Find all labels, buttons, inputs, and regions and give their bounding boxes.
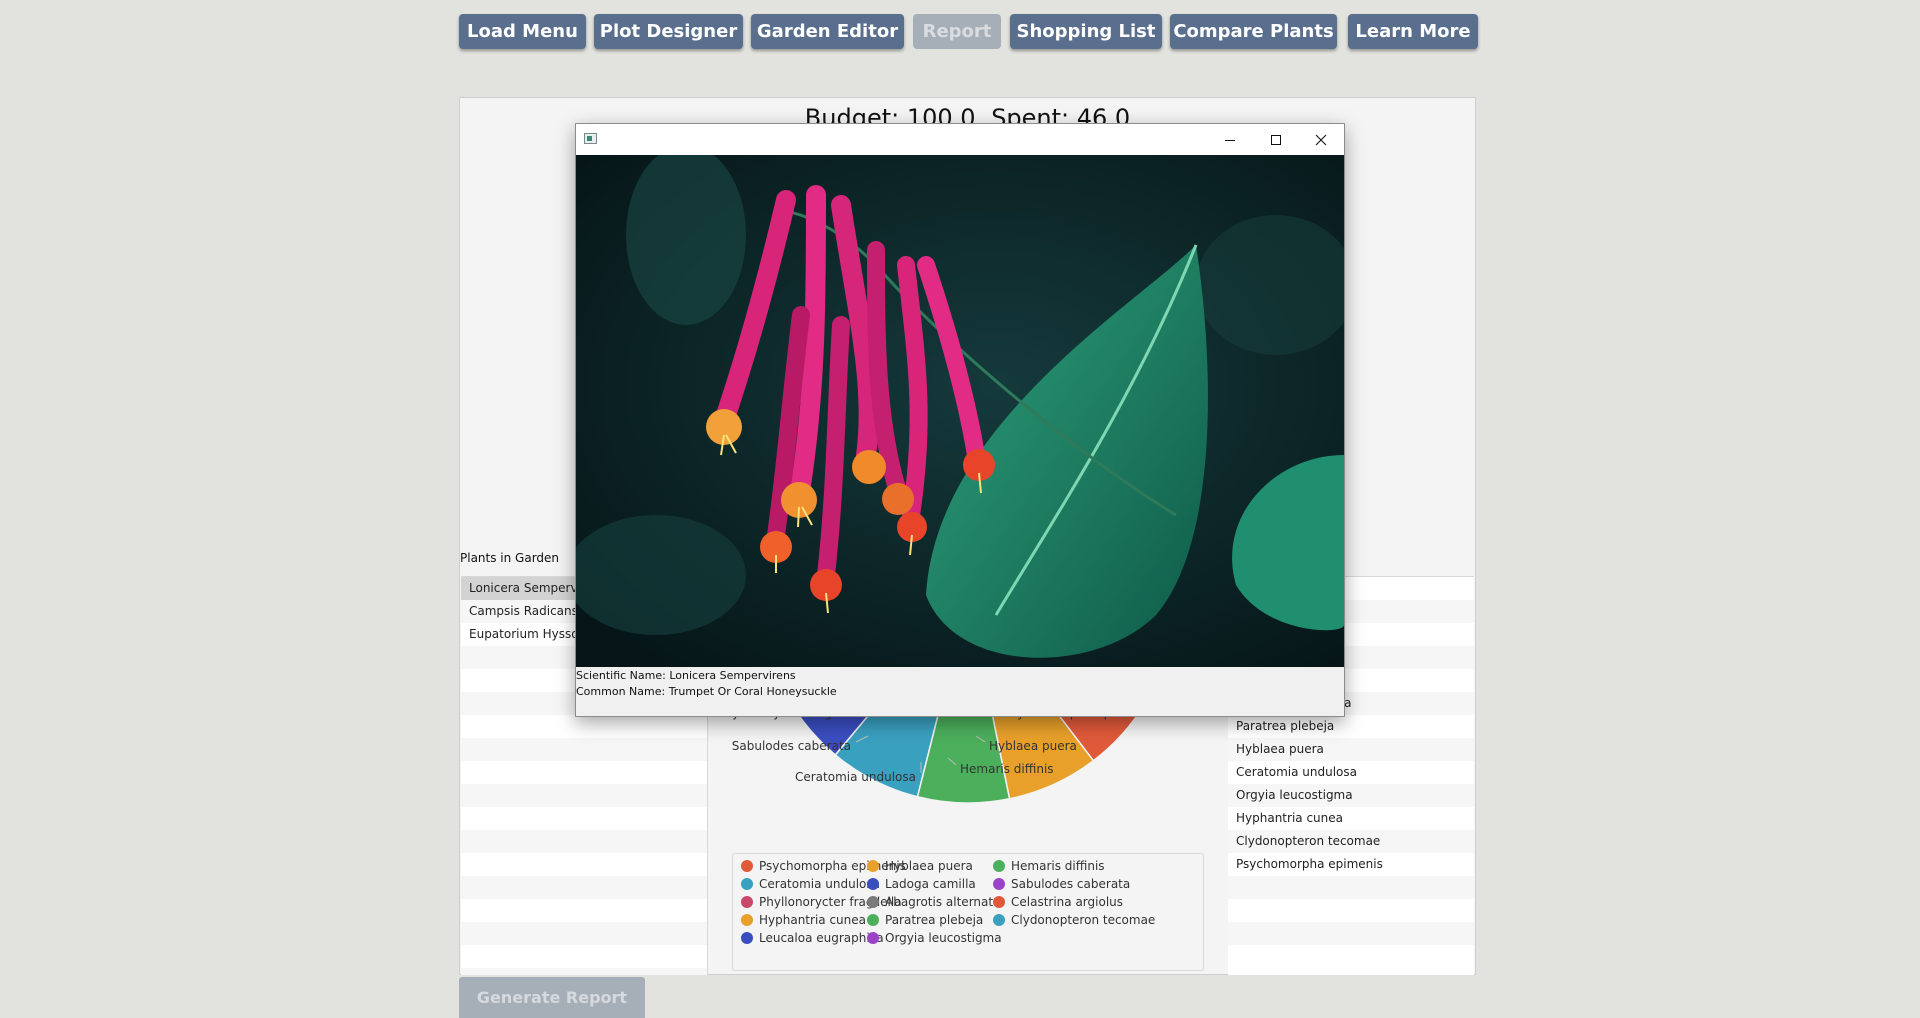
legend-color-dot — [993, 860, 1005, 872]
legend-item: Orgyia leucostigma — [867, 931, 1002, 945]
list-item[interactable]: Paratrea plebeja — [1228, 715, 1474, 738]
pie-chart: Phyllonorycter fragilellaPsychomorpha ep… — [717, 388, 1176, 804]
legend-item: Abagrotis alternata — [867, 895, 1000, 909]
nav-button-learn-more[interactable]: Learn More — [1348, 14, 1478, 49]
legend-color-dot — [741, 878, 753, 890]
empty-row — [461, 807, 707, 830]
legend-color-dot — [867, 878, 879, 890]
list-item[interactable]: Ceratomia undulosa — [1228, 761, 1474, 784]
legend-color-dot — [867, 896, 879, 908]
nav-button-plot-designer[interactable]: Plot Designer — [594, 14, 743, 49]
legend-label: Orgyia leucostigma — [885, 931, 1002, 945]
empty-row — [461, 715, 707, 738]
empty-row — [461, 738, 707, 761]
legend-item: Celastrina argiolus — [993, 895, 1123, 909]
nav-button-shopping-list[interactable]: Shopping List — [1010, 14, 1162, 49]
legend-label: Abagrotis alternata — [885, 895, 1001, 909]
empty-row — [461, 922, 707, 945]
scientific-name: Scientific Name: Lonicera Sempervirens — [576, 669, 796, 682]
empty-row — [461, 876, 707, 899]
maximize-icon[interactable] — [1253, 124, 1299, 155]
pie-label: Hemaris diffinis — [960, 762, 1054, 776]
chart-legend: Psychomorpha epimenis Hyblaea puera Hemari… — [732, 853, 1204, 971]
legend-color-dot — [741, 896, 753, 908]
empty-row — [461, 761, 707, 784]
legend-color-dot — [993, 914, 1005, 926]
list-item[interactable]: Hyphantria cunea — [1228, 807, 1474, 830]
legend-color-dot — [993, 878, 1005, 890]
empty-row — [1228, 899, 1474, 922]
legend-item: Paratrea plebeja — [867, 913, 983, 927]
legend-label: Hyblaea puera — [885, 859, 973, 873]
list-item[interactable]: Clydonopteron tecomae — [1228, 830, 1474, 853]
list-item[interactable]: Orgyia leucostigma — [1228, 784, 1474, 807]
legend-color-dot — [867, 914, 879, 926]
legend-label: Clydonopteron tecomae — [1011, 913, 1156, 927]
nav-button-compare-plants[interactable]: Compare Plants — [1170, 14, 1337, 49]
pie-label: Hyblaea puera — [989, 739, 1077, 753]
pie-label: Sabulodes caberata — [732, 739, 851, 753]
nav-button-load-menu[interactable]: Load Menu — [459, 14, 586, 49]
legend-color-dot — [993, 896, 1005, 908]
empty-row — [461, 899, 707, 922]
nav-button-garden-editor[interactable]: Garden Editor — [751, 14, 904, 49]
legend-item: Hyblaea puera — [867, 859, 973, 873]
legend-item: Clydonopteron tecomae — [993, 913, 1155, 927]
minimize-icon[interactable] — [1207, 124, 1253, 155]
empty-row — [461, 945, 707, 968]
legend-color-dot — [867, 860, 879, 872]
legend-item: Sabulodes caberata — [993, 877, 1130, 891]
plant-caption: Scientific Name: Lonicera Sempervirens C… — [576, 668, 837, 700]
close-icon[interactable] — [1298, 124, 1344, 155]
legend-label: Hyphantria cunea — [759, 913, 866, 927]
empty-row — [461, 830, 707, 853]
legend-label: Leucaloa eugraphica — [759, 931, 884, 945]
generate-report-button: Generate Report — [459, 977, 645, 1018]
list-item[interactable]: Hyblaea puera — [1228, 738, 1474, 761]
legend-label: Ladoga camilla — [885, 877, 976, 891]
empty-row — [461, 968, 707, 975]
nav-button-report: Report — [913, 14, 1001, 49]
legend-color-dot — [741, 932, 753, 944]
pie-label: Ceratomia undulosa — [795, 770, 916, 784]
legend-label: Paratrea plebeja — [885, 913, 984, 927]
app-icon — [584, 133, 597, 144]
window-titlebar[interactable] — [576, 124, 1344, 155]
plant-photo — [576, 155, 1344, 667]
list-item[interactable]: Psychomorpha epimenis — [1228, 853, 1474, 876]
legend-item: Hemaris diffinis — [993, 859, 1105, 873]
plants-in-garden-label: Plants in Garden — [460, 551, 560, 565]
common-name: Common Name: Trumpet Or Coral Honeysuckl… — [576, 685, 837, 698]
legend-color-dot — [867, 932, 879, 944]
legend-color-dot — [741, 914, 753, 926]
legend-label: Ceratomia undulosa — [759, 877, 881, 891]
legend-item: Leucaloa eugraphica — [741, 931, 884, 945]
empty-row — [461, 853, 707, 876]
empty-row — [461, 784, 707, 807]
legend-item: Hyphantria cunea — [741, 913, 866, 927]
empty-row — [1228, 945, 1474, 968]
legend-color-dot — [741, 860, 753, 872]
plant-image-window[interactable]: Scientific Name: Lonicera Sempervirens C… — [575, 123, 1345, 717]
empty-row — [1228, 922, 1474, 945]
legend-label: Hemaris diffinis — [1011, 859, 1105, 873]
legend-item: Ceratomia undulosa — [741, 877, 880, 891]
empty-row — [1228, 876, 1474, 899]
legend-label: Celastrina argiolus — [1011, 895, 1124, 909]
legend-label: Sabulodes caberata — [1011, 877, 1131, 891]
legend-item: Ladoga camilla — [867, 877, 976, 891]
